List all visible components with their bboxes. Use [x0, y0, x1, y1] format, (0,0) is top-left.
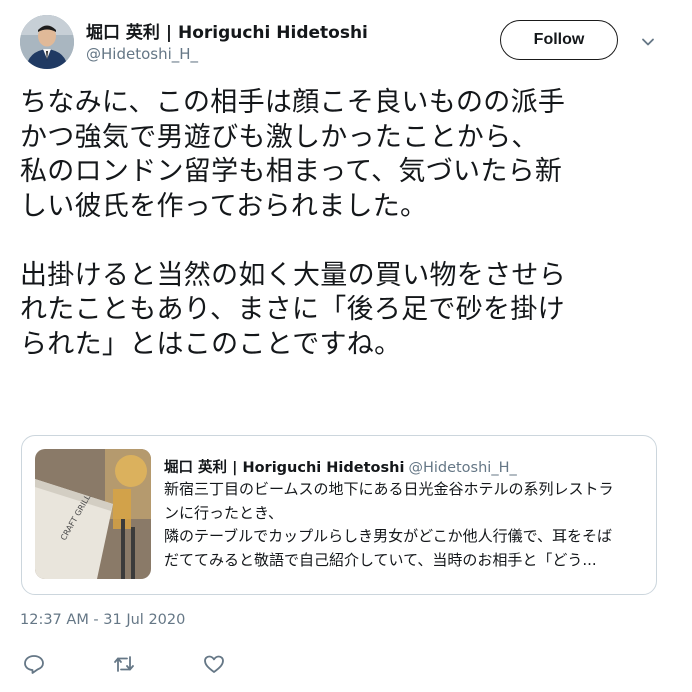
quoted-line: 隣のテーブルでカップルらしき男女がどこか他人行儀で、耳をそば [164, 527, 613, 545]
tweet-line: 私のロンドン留学も相まって、気づいたら新 [20, 156, 563, 187]
retweet-icon[interactable] [112, 652, 136, 676]
avatar[interactable] [20, 15, 74, 69]
quoted-line: 新宿三丁目のビームスの地下にある日光金谷ホテルの系列レストラ [164, 480, 614, 498]
quoted-line: だててみると敬語で自己紹介していて、当時のお相手と「どう... [164, 550, 597, 569]
quoted-tweet-image[interactable]: CRAFT GRILL [35, 449, 151, 579]
tweet-line: られた」とはこのことですね。 [20, 328, 402, 360]
quoted-tweet-card[interactable]: CRAFT GRILL 堀口 英利 | Horiguchi Hidetoshi @… [21, 435, 657, 595]
tweet-line: しい彼氏を作っておられました。 [20, 190, 428, 222]
timestamp[interactable]: 12:37 AM - 31 Jul 2020 [20, 612, 185, 628]
quoted-display-name: 堀口 英利 | Horiguchi Hidetoshi [164, 460, 405, 476]
reply-icon[interactable] [22, 652, 46, 676]
quoted-line: ンに行ったとき、 [164, 503, 283, 522]
quoted-tweet-text: 新宿三丁目のビームスの地下にある日光金谷ホテルの系列レストラ ンに行ったとき、 … [164, 478, 644, 572]
tweet-line: かつ強気で男遊びも激しかったことから、 [20, 121, 539, 153]
user-handle[interactable]: @Hidetoshi_H_ [86, 45, 198, 63]
quoted-author: 堀口 英利 | Horiguchi Hidetoshi @Hidetoshi_H_ [164, 456, 517, 477]
like-icon[interactable] [202, 652, 226, 676]
tweet-line: ちなみに、この相手は顔こそ良いものの派手 [20, 87, 566, 118]
follow-button[interactable]: Follow [500, 20, 618, 60]
chevron-down-icon[interactable] [640, 34, 656, 50]
tweet-line: 出掛けると当然の如く大量の買い物をさせら [20, 259, 566, 291]
quoted-handle: @Hidetoshi_H_ [408, 460, 517, 476]
tweet-line: れたこともあり、まさに「後ろ足で砂を掛け [20, 294, 565, 325]
tweet-text: ちなみに、この相手は顔こそ良いものの派手 かつ強気で男遊びも激しかったことから、… [20, 86, 660, 362]
display-name[interactable]: 堀口 英利 | Horiguchi Hidetoshi [86, 18, 368, 43]
